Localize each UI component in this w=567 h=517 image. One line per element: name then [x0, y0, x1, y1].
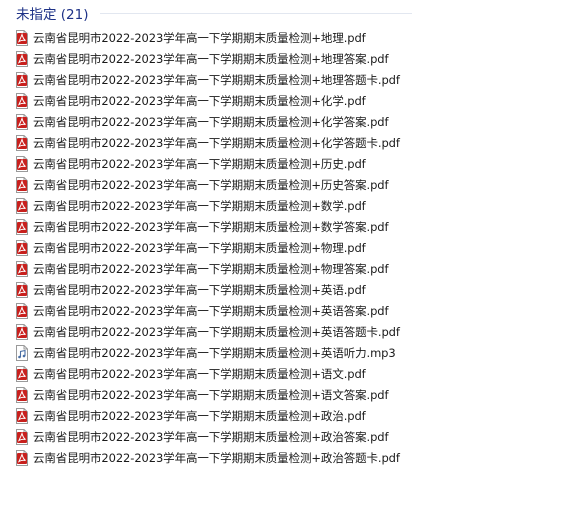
file-item[interactable]: 云南省昆明市2022-2023学年高一下学期期末质量检测+化学答案.pdf — [15, 111, 400, 132]
file-item[interactable]: 云南省昆明市2022-2023学年高一下学期期末质量检测+语文答案.pdf — [15, 384, 400, 405]
file-item[interactable]: 云南省昆明市2022-2023学年高一下学期期末质量检测+化学答题卡.pdf — [15, 132, 400, 153]
file-name: 云南省昆明市2022-2023学年高一下学期期末质量检测+地理答题卡.pdf — [33, 72, 400, 87]
file-name: 云南省昆明市2022-2023学年高一下学期期末质量检测+地理.pdf — [33, 30, 366, 45]
file-name: 云南省昆明市2022-2023学年高一下学期期末质量检测+语文答案.pdf — [33, 387, 389, 402]
pdf-file-icon — [16, 449, 28, 466]
file-name: 云南省昆明市2022-2023学年高一下学期期末质量检测+化学答案.pdf — [33, 114, 389, 129]
file-list: 云南省昆明市2022-2023学年高一下学期期末质量检测+地理.pdf 云南省昆明… — [15, 27, 400, 468]
file-name: 云南省昆明市2022-2023学年高一下学期期末质量检测+政治答案.pdf — [33, 429, 389, 444]
pdf-file-icon — [16, 218, 28, 235]
file-item[interactable]: 云南省昆明市2022-2023学年高一下学期期末质量检测+化学.pdf — [15, 90, 400, 111]
file-name: 云南省昆明市2022-2023学年高一下学期期末质量检测+政治答题卡.pdf — [33, 450, 400, 465]
file-name: 云南省昆明市2022-2023学年高一下学期期末质量检测+英语.pdf — [33, 282, 366, 297]
file-name: 云南省昆明市2022-2023学年高一下学期期末质量检测+物理.pdf — [33, 240, 366, 255]
pdf-file-icon — [16, 260, 28, 277]
pdf-file-icon — [16, 29, 28, 46]
file-name: 云南省昆明市2022-2023学年高一下学期期末质量检测+数学答案.pdf — [33, 219, 389, 234]
pdf-file-icon — [16, 302, 28, 319]
file-item[interactable]: 云南省昆明市2022-2023学年高一下学期期末质量检测+地理.pdf — [15, 27, 400, 48]
file-item[interactable]: 云南省昆明市2022-2023学年高一下学期期末质量检测+政治答题卡.pdf — [15, 447, 400, 468]
file-name: 云南省昆明市2022-2023学年高一下学期期末质量检测+数学.pdf — [33, 198, 366, 213]
file-item[interactable]: 云南省昆明市2022-2023学年高一下学期期末质量检测+地理答案.pdf — [15, 48, 400, 69]
pdf-file-icon — [16, 407, 28, 424]
file-name: 云南省昆明市2022-2023学年高一下学期期末质量检测+物理答案.pdf — [33, 261, 389, 276]
pdf-file-icon — [16, 92, 28, 109]
file-name: 云南省昆明市2022-2023学年高一下学期期末质量检测+语文.pdf — [33, 366, 366, 381]
file-item[interactable]: 云南省昆明市2022-2023学年高一下学期期末质量检测+数学答案.pdf — [15, 216, 400, 237]
file-item[interactable]: 云南省昆明市2022-2023学年高一下学期期末质量检测+历史.pdf — [15, 153, 400, 174]
file-name: 云南省昆明市2022-2023学年高一下学期期末质量检测+政治.pdf — [33, 408, 366, 423]
file-item[interactable]: 云南省昆明市2022-2023学年高一下学期期末质量检测+英语答案.pdf — [15, 300, 400, 321]
file-item[interactable]: 云南省昆明市2022-2023学年高一下学期期末质量检测+物理.pdf — [15, 237, 400, 258]
file-name: 云南省昆明市2022-2023学年高一下学期期末质量检测+历史.pdf — [33, 156, 366, 171]
group-header-unspecified[interactable]: 未指定 (21) — [16, 3, 89, 23]
pdf-file-icon — [16, 155, 28, 172]
pdf-file-icon — [16, 323, 28, 340]
file-item[interactable]: 云南省昆明市2022-2023学年高一下学期期末质量检测+物理答案.pdf — [15, 258, 400, 279]
file-name: 云南省昆明市2022-2023学年高一下学期期末质量检测+英语答题卡.pdf — [33, 324, 400, 339]
file-item[interactable]: 云南省昆明市2022-2023学年高一下学期期末质量检测+英语听力.mp3 — [15, 342, 400, 363]
group-title: 未指定 (21) — [16, 7, 89, 23]
file-item[interactable]: 云南省昆明市2022-2023学年高一下学期期末质量检测+英语答题卡.pdf — [15, 321, 400, 342]
file-name: 云南省昆明市2022-2023学年高一下学期期末质量检测+化学答题卡.pdf — [33, 135, 400, 150]
group-divider — [100, 13, 412, 14]
pdf-file-icon — [16, 386, 28, 403]
file-item[interactable]: 云南省昆明市2022-2023学年高一下学期期末质量检测+历史答案.pdf — [15, 174, 400, 195]
file-name: 云南省昆明市2022-2023学年高一下学期期末质量检测+英语答案.pdf — [33, 303, 389, 318]
pdf-file-icon — [16, 197, 28, 214]
pdf-file-icon — [16, 176, 28, 193]
pdf-file-icon — [16, 281, 28, 298]
pdf-file-icon — [16, 365, 28, 382]
file-item[interactable]: 云南省昆明市2022-2023学年高一下学期期末质量检测+政治.pdf — [15, 405, 400, 426]
file-item[interactable]: 云南省昆明市2022-2023学年高一下学期期末质量检测+英语.pdf — [15, 279, 400, 300]
file-name: 云南省昆明市2022-2023学年高一下学期期末质量检测+历史答案.pdf — [33, 177, 389, 192]
file-item[interactable]: 云南省昆明市2022-2023学年高一下学期期末质量检测+政治答案.pdf — [15, 426, 400, 447]
pdf-file-icon — [16, 134, 28, 151]
pdf-file-icon — [16, 239, 28, 256]
pdf-file-icon — [16, 71, 28, 88]
file-item[interactable]: 云南省昆明市2022-2023学年高一下学期期末质量检测+地理答题卡.pdf — [15, 69, 400, 90]
mp3-file-icon — [16, 344, 28, 361]
pdf-file-icon — [16, 428, 28, 445]
pdf-file-icon — [16, 113, 28, 130]
file-name: 云南省昆明市2022-2023学年高一下学期期末质量检测+化学.pdf — [33, 93, 366, 108]
file-item[interactable]: 云南省昆明市2022-2023学年高一下学期期末质量检测+语文.pdf — [15, 363, 400, 384]
file-name: 云南省昆明市2022-2023学年高一下学期期末质量检测+英语听力.mp3 — [33, 345, 396, 360]
file-item[interactable]: 云南省昆明市2022-2023学年高一下学期期末质量检测+数学.pdf — [15, 195, 400, 216]
pdf-file-icon — [16, 50, 28, 67]
file-name: 云南省昆明市2022-2023学年高一下学期期末质量检测+地理答案.pdf — [33, 51, 389, 66]
